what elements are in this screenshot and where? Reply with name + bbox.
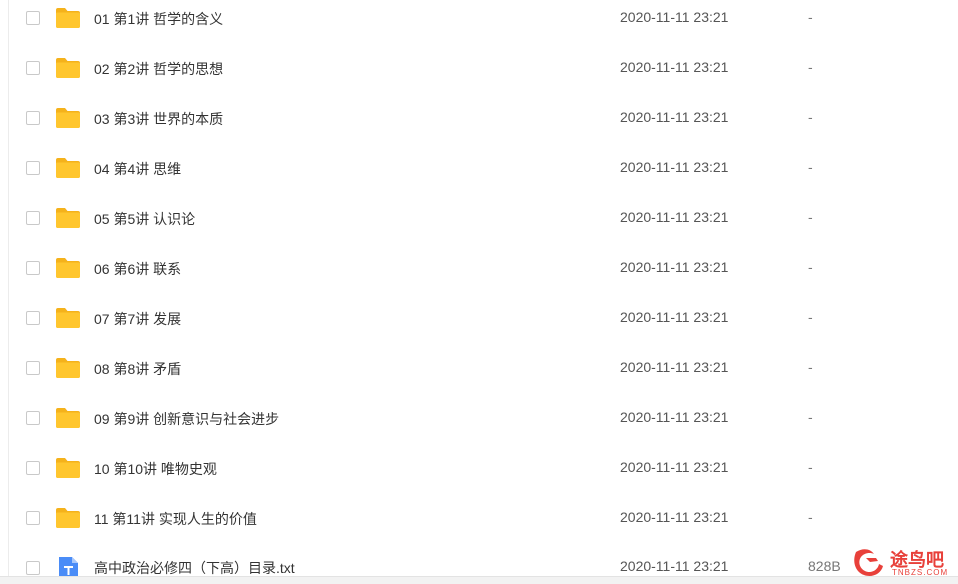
file-name[interactable]: 10 第10讲 唯物史观 (94, 459, 217, 479)
modified-date: 2020-11-11 23:21 (620, 59, 729, 75)
folder-icon (55, 57, 81, 79)
file-size: - (808, 159, 813, 175)
watermark-logo-icon (852, 546, 886, 578)
file-name[interactable]: 04 第4讲 思维 (94, 159, 181, 179)
file-size: - (808, 459, 813, 475)
modified-date: 2020-11-11 23:21 (620, 159, 729, 175)
file-size: - (808, 409, 813, 425)
file-list: 01 第1讲 哲学的含义 2020-11-11 23:21-02 第2讲 哲学的思… (0, 0, 958, 584)
folder-icon (55, 157, 81, 179)
file-name[interactable]: 03 第3讲 世界的本质 (94, 109, 223, 129)
file-size: - (808, 9, 813, 25)
folder-icon (55, 257, 81, 279)
file-size: - (808, 309, 813, 325)
row-checkbox[interactable] (26, 161, 40, 175)
file-size: 828B (808, 558, 841, 574)
modified-date: 2020-11-11 23:21 (620, 9, 729, 25)
file-name[interactable]: 09 第9讲 创新意识与社会进步 (94, 409, 279, 429)
file-row[interactable]: 10 第10讲 唯物史观 2020-11-11 23:21 - (0, 450, 958, 500)
file-size: - (808, 109, 813, 125)
folder-icon (55, 407, 81, 429)
file-row[interactable]: 09 第9讲 创新意识与社会进步 2020-11-11 23:21 - (0, 400, 958, 450)
modified-date: 2020-11-11 23:21 (620, 409, 729, 425)
file-size: - (808, 209, 813, 225)
modified-date: 2020-11-11 23:21 (620, 459, 729, 475)
file-name[interactable]: 07 第7讲 发展 (94, 309, 181, 329)
modified-date: 2020-11-11 23:21 (620, 259, 729, 275)
row-checkbox[interactable] (26, 411, 40, 425)
row-checkbox[interactable] (26, 61, 40, 75)
folder-icon (55, 107, 81, 129)
folder-icon (55, 307, 81, 329)
file-name[interactable]: 05 第5讲 认识论 (94, 209, 195, 229)
modified-date: 2020-11-11 23:21 (620, 359, 729, 375)
file-row[interactable]: 01 第1讲 哲学的含义 2020-11-11 23:21 - (0, 0, 958, 50)
row-checkbox[interactable] (26, 111, 40, 125)
watermark: 途鸟吧 TNBZS.COM (852, 544, 948, 580)
file-row[interactable]: 04 第4讲 思维 2020-11-11 23:21 - (0, 150, 958, 200)
row-checkbox[interactable] (26, 511, 40, 525)
file-row[interactable]: 07 第7讲 发展 2020-11-11 23:21 - (0, 300, 958, 350)
row-checkbox[interactable] (26, 361, 40, 375)
file-name[interactable]: 06 第6讲 联系 (94, 259, 181, 279)
file-name[interactable]: 08 第8讲 矛盾 (94, 359, 181, 379)
row-checkbox[interactable] (26, 261, 40, 275)
file-row[interactable]: 05 第5讲 认识论 2020-11-11 23:21 - (0, 200, 958, 250)
file-size: - (808, 59, 813, 75)
file-row[interactable]: 02 第2讲 哲学的思想 2020-11-11 23:21 - (0, 50, 958, 100)
folder-icon (55, 457, 81, 479)
file-row[interactable]: 11 第11讲 实现人生的价值 2020-11-11 23:21 - (0, 500, 958, 550)
file-row[interactable]: 08 第8讲 矛盾 2020-11-11 23:21 - (0, 350, 958, 400)
folder-icon (55, 357, 81, 379)
file-size: - (808, 359, 813, 375)
file-size: - (808, 259, 813, 275)
folder-icon (55, 507, 81, 529)
file-row[interactable]: 06 第6讲 联系 2020-11-11 23:21 - (0, 250, 958, 300)
watermark-subtext: TNBZS.COM (892, 568, 949, 577)
folder-icon (55, 207, 81, 229)
modified-date: 2020-11-11 23:21 (620, 509, 729, 525)
modified-date: 2020-11-11 23:21 (620, 558, 729, 574)
modified-date: 2020-11-11 23:21 (620, 309, 729, 325)
file-size: - (808, 509, 813, 525)
row-checkbox[interactable] (26, 211, 40, 225)
file-name[interactable]: 高中政治必修四（下高）目录.txt (94, 558, 295, 578)
file-row[interactable]: 03 第3讲 世界的本质 2020-11-11 23:21 - (0, 100, 958, 150)
folder-icon (55, 7, 81, 29)
modified-date: 2020-11-11 23:21 (620, 209, 729, 225)
row-checkbox[interactable] (26, 561, 40, 575)
file-name[interactable]: 01 第1讲 哲学的含义 (94, 9, 223, 29)
bottom-bar (0, 576, 958, 584)
file-browser: 01 第1讲 哲学的含义 2020-11-11 23:21-02 第2讲 哲学的思… (0, 0, 958, 584)
file-name[interactable]: 11 第11讲 实现人生的价值 (94, 509, 257, 529)
file-name[interactable]: 02 第2讲 哲学的思想 (94, 59, 223, 79)
row-checkbox[interactable] (26, 461, 40, 475)
row-checkbox[interactable] (26, 11, 40, 25)
row-checkbox[interactable] (26, 311, 40, 325)
modified-date: 2020-11-11 23:21 (620, 109, 729, 125)
